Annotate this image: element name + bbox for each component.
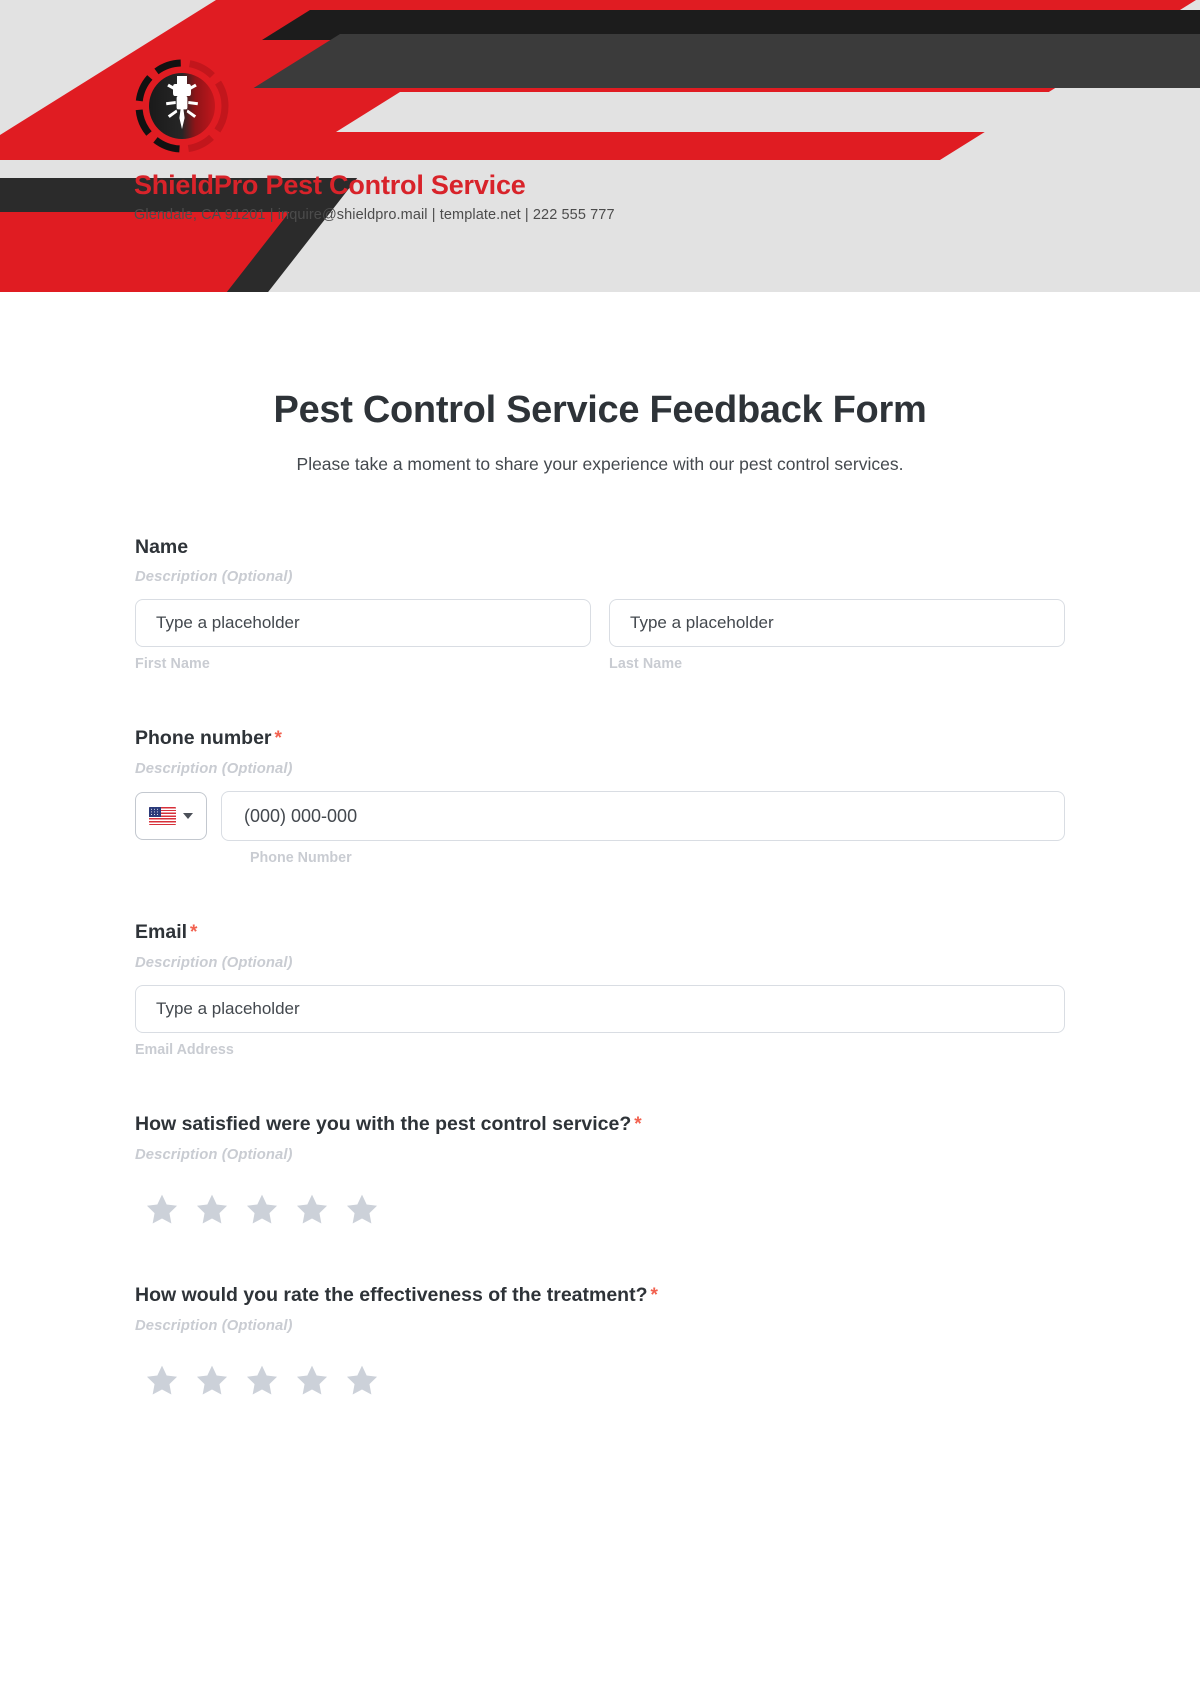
pest-bug-emblem-icon bbox=[134, 58, 230, 154]
field-email-description: Description (Optional) bbox=[135, 954, 293, 971]
star-icon-4[interactable] bbox=[293, 1362, 331, 1400]
field-phone-label-text: Phone number bbox=[135, 727, 272, 750]
field-effectiveness-label: How would you rate the effectiveness of … bbox=[135, 1284, 1065, 1308]
form-page: Pest Control Service Feedback Form Pleas… bbox=[0, 389, 1200, 1400]
name-input-row: Type a placeholder Type a placeholder bbox=[135, 599, 1065, 648]
banner-black-stripe bbox=[261, 10, 1200, 40]
field-effectiveness-label-text: How would you rate the effectiveness of … bbox=[135, 1283, 648, 1306]
field-name-label: Name bbox=[135, 536, 1065, 559]
star-icon-5[interactable] bbox=[343, 1362, 381, 1400]
star-icon-1[interactable] bbox=[143, 1191, 181, 1229]
first-name-sub-label: First Name bbox=[135, 656, 210, 673]
page-title: Pest Control Service Feedback Form bbox=[273, 389, 927, 431]
letterhead-banner: ShieldPro Pest Control Service Glendale,… bbox=[0, 0, 1200, 292]
star-icon-1[interactable] bbox=[143, 1362, 181, 1400]
field-name-label-text: Name bbox=[135, 536, 189, 558]
star-icon-5[interactable] bbox=[343, 1191, 381, 1229]
required-asterisk: * bbox=[634, 1113, 642, 1135]
required-asterisk: * bbox=[190, 922, 198, 944]
phone-number-input[interactable]: (000) 000-000 bbox=[221, 791, 1065, 842]
country-code-select[interactable] bbox=[135, 792, 207, 841]
field-satisfaction: How satisfied were you with the pest con… bbox=[135, 1113, 1065, 1229]
effectiveness-star-rating[interactable] bbox=[143, 1362, 1065, 1400]
field-phone-description: Description (Optional) bbox=[135, 761, 293, 778]
brand-block: ShieldPro Pest Control Service Glendale,… bbox=[134, 58, 615, 223]
field-phone-label: Phone number * bbox=[135, 727, 1065, 751]
email-field[interactable]: Type a placeholder bbox=[135, 984, 1065, 1033]
star-icon-2[interactable] bbox=[193, 1191, 231, 1229]
email-sub-label: Email Address bbox=[135, 1041, 234, 1058]
page-subtitle: Please take a moment to share your exper… bbox=[296, 454, 904, 474]
chevron-down-icon bbox=[183, 813, 193, 820]
field-satisfaction-label: How satisfied were you with the pest con… bbox=[135, 1113, 1065, 1137]
phone-sub-label: Phone Number bbox=[250, 850, 352, 867]
field-email-label: Email * bbox=[135, 921, 1065, 945]
us-flag-icon bbox=[149, 807, 176, 826]
field-name: Name Description (Optional) Type a place… bbox=[135, 536, 1065, 672]
field-email: Email * Description (Optional) Type a pla… bbox=[135, 921, 1065, 1058]
star-icon-4[interactable] bbox=[293, 1191, 331, 1229]
field-name-description: Description (Optional) bbox=[135, 569, 293, 586]
brand-name: ShieldPro Pest Control Service bbox=[134, 170, 526, 200]
email-input-row: Type a placeholder bbox=[135, 984, 1065, 1033]
field-phone: Phone number * Description (Optional) (00… bbox=[135, 727, 1065, 866]
last-name-sub-label: Last Name bbox=[609, 656, 683, 673]
brand-contact-line: Glendale, CA 91201 | inquire@shieldpro.m… bbox=[134, 207, 615, 223]
star-icon-3[interactable] bbox=[243, 1362, 281, 1400]
star-icon-2[interactable] bbox=[193, 1362, 231, 1400]
last-name-input[interactable]: Type a placeholder bbox=[609, 599, 1065, 648]
field-satisfaction-label-text: How satisfied were you with the pest con… bbox=[135, 1112, 632, 1135]
first-name-input[interactable]: Type a placeholder bbox=[135, 599, 591, 648]
field-effectiveness: How would you rate the effectiveness of … bbox=[135, 1284, 1065, 1400]
field-email-label-text: Email bbox=[135, 921, 188, 944]
required-asterisk: * bbox=[650, 1284, 658, 1306]
field-effectiveness-description: Description (Optional) bbox=[135, 1317, 293, 1334]
satisfaction-star-rating[interactable] bbox=[143, 1191, 1065, 1229]
phone-input-row: (000) 000-000 bbox=[135, 791, 1065, 842]
star-icon-3[interactable] bbox=[243, 1191, 281, 1229]
banner-red-corner bbox=[0, 212, 290, 292]
field-satisfaction-description: Description (Optional) bbox=[135, 1146, 293, 1163]
name-sub-label-row: First Name Last Name bbox=[135, 656, 1065, 672]
required-asterisk: * bbox=[274, 728, 282, 750]
